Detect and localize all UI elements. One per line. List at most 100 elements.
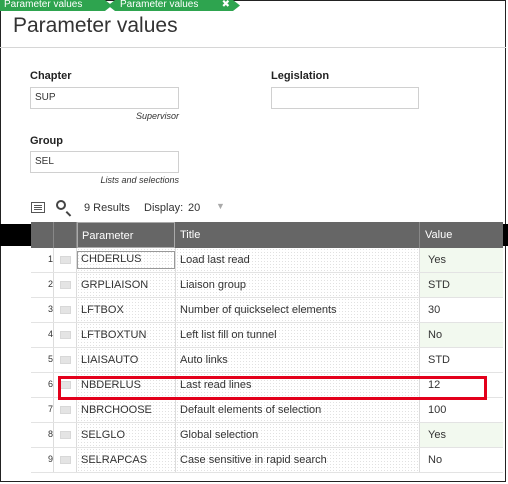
column-separator [175,298,176,322]
group-description: Lists and selections [100,175,179,185]
parameter-cell[interactable]: LIAISAUTO [81,354,138,366]
row-number: 4 [47,329,53,339]
chevron-down-icon[interactable]: ▼ [216,201,225,211]
column-separator [53,448,54,472]
title-cell: Load last read [180,254,250,266]
row-detail-icon[interactable] [60,456,71,464]
column-separator [53,248,54,272]
value-cell[interactable]: STD [428,354,450,366]
list-icon[interactable] [31,202,45,213]
column-header-value[interactable]: Value [421,222,503,248]
group-label: Group [30,135,63,147]
tab-label: Parameter values [4,0,83,10]
column-separator [419,348,420,372]
row-detail-icon[interactable] [60,306,71,314]
header-edge-left [0,224,31,246]
tab-parameter-values-1[interactable]: Parameter values [0,0,112,11]
value-cell[interactable]: Yes [428,429,446,441]
parameter-cell[interactable]: LFTBOXTUN [81,329,146,341]
row-number: 2 [47,279,53,289]
tab-strip: Parameter values Parameter values ✖ [0,0,508,11]
value-cell[interactable]: Yes [428,254,446,266]
column-separator [175,348,176,372]
row-detail-icon[interactable] [60,356,71,364]
table-row[interactable]: 9 SELRAPCAS Case sensitive in rapid sear… [31,448,503,473]
column-separator [76,423,77,447]
chapter-description: Supervisor [135,111,179,121]
column-separator [175,423,176,447]
table-row[interactable]: 4 LFTBOXTUN Left list fill on tunnel No [31,323,503,348]
table-row[interactable]: 1 CHDERLUS Load last read Yes [31,248,503,273]
column-separator [419,448,420,472]
row-detail-icon[interactable] [60,281,71,289]
title-cell: Liaison group [180,279,247,291]
value-cell[interactable]: 30 [428,304,440,316]
column-separator [175,448,176,472]
column-separator [175,273,176,297]
column-separator [53,348,54,372]
tab-parameter-values-2[interactable]: Parameter values ✖ [108,0,240,11]
column-separator [53,423,54,447]
column-separator [53,373,54,397]
header-divider [0,47,506,48]
row-number: 1 [47,254,53,264]
legislation-label: Legislation [271,70,330,82]
parameter-cell[interactable]: SELRAPCAS [81,454,147,466]
row-number: 6 [47,379,53,389]
row-number: 8 [47,429,53,439]
row-detail-icon[interactable] [60,331,71,339]
title-cell: Left list fill on tunnel [180,329,277,341]
parameter-cell[interactable]: NBRCHOOSE [81,404,152,416]
column-separator [53,273,54,297]
table-row[interactable]: 8 SELGLO Global selection Yes [31,423,503,448]
column-separator [175,248,176,272]
value-cell[interactable]: STD [428,279,450,291]
column-separator [419,298,420,322]
column-separator [76,398,77,422]
column-separator [419,248,420,272]
title-cell: Case sensitive in rapid search [180,454,327,466]
column-separator [53,323,54,347]
title-cell: Default elements of selection [180,404,322,416]
results-count: 9 Results [84,202,130,214]
value-cell[interactable]: No [428,454,442,466]
table-row[interactable]: 5 LIAISAUTO Auto links STD [31,348,503,373]
column-separator [419,423,420,447]
title-cell: Global selection [180,429,259,441]
tab-label: Parameter values [120,0,199,10]
row-detail-icon[interactable] [60,406,71,414]
table-row[interactable]: 7 NBRCHOOSE Default elements of selectio… [31,398,503,423]
parameter-cell[interactable]: SELGLO [81,429,125,441]
column-header-parameter[interactable]: Parameter [77,222,175,248]
group-field[interactable]: SEL [30,151,179,173]
search-icon[interactable] [56,200,66,210]
value-cell[interactable]: No [428,329,442,341]
legislation-field[interactable] [271,87,419,109]
highlight-box [58,376,487,400]
parameter-cell[interactable]: GRPLIAISON [81,279,148,291]
column-separator [76,348,77,372]
row-number: 7 [47,404,53,414]
row-detail-icon[interactable] [60,256,71,264]
parameter-cell[interactable]: CHDERLUS [77,251,175,269]
chapter-label: Chapter [30,70,72,82]
table-row[interactable]: 2 GRPLIAISON Liaison group STD [31,273,503,298]
table-row[interactable]: 3 LFTBOX Number of quickselect elements … [31,298,503,323]
row-number: 3 [47,304,53,314]
column-separator [76,298,77,322]
display-label: Display: [144,202,184,214]
display-select[interactable]: 20 [188,202,200,214]
title-cell: Auto links [180,354,228,366]
column-separator [419,323,420,347]
row-detail-icon[interactable] [60,431,71,439]
chapter-field[interactable]: SUP [30,87,179,109]
page-title: Parameter values [13,14,178,37]
column-separator [76,323,77,347]
close-icon[interactable]: ✖ [222,0,230,10]
table-header: Parameter Title Value [31,222,503,248]
column-header-title[interactable]: Title [176,222,419,248]
column-separator [53,298,54,322]
column-separator [175,398,176,422]
value-cell[interactable]: 100 [428,404,446,416]
parameter-cell[interactable]: LFTBOX [81,304,124,316]
